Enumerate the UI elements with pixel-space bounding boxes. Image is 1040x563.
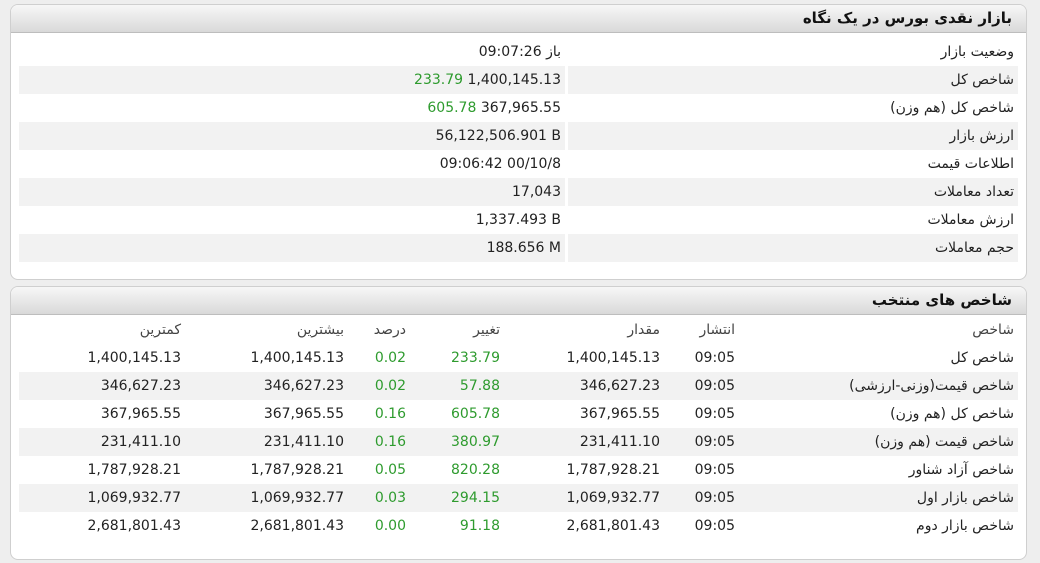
table-row: شاخص آزاد شناور 09:05 1,787,928.21 820.2… (19, 456, 1018, 484)
cell-name: شاخص بازار دوم (916, 518, 1014, 534)
cell-qty: 2,681,801.43 (566, 518, 660, 534)
cell-percent: 0.16 (374, 434, 406, 450)
table-row: شاخص بازار دوم 09:05 2,681,801.43 91.18 … (19, 512, 1018, 540)
row-value: 233.79 1,400,145.13 (265, 66, 565, 94)
cell-max: 1,069,932.77 (250, 490, 344, 506)
market-row-equal-weight-index: شاخص کل (هم وزن) 605.78 367,965.55 (19, 94, 1018, 122)
table-header: شاخص انتشار مقدار تغییر درصد بیشترین کمت… (19, 316, 1018, 344)
row-label: شاخص کل (950, 72, 1014, 88)
cell-name: شاخص کل (هم وزن) (890, 406, 1014, 422)
cell-min: 231,411.10 (100, 434, 181, 450)
row-value: 17,043 (512, 184, 561, 200)
cell-min: 2,681,801.43 (87, 518, 181, 534)
cell-time: 09:05 (694, 350, 735, 366)
cell-qty: 1,400,145.13 (566, 350, 660, 366)
table-row: شاخص قیمت(وزنی-ارزشی) 09:05 346,627.23 5… (19, 372, 1018, 400)
cell-name: شاخص بازار اول (916, 490, 1014, 506)
header-qty: مقدار (627, 322, 660, 338)
cell-change: 294.15 (451, 490, 500, 506)
header-percent: درصد (373, 322, 406, 338)
header-min: کمترین (139, 322, 181, 338)
cell-max: 2,681,801.43 (250, 518, 344, 534)
cell-percent: 0.00 (374, 518, 406, 534)
cell-max: 1,787,928.21 (250, 462, 344, 478)
row-label: ارزش معاملات (927, 212, 1014, 228)
cell-qty: 346,627.23 (579, 378, 660, 394)
cell-qty: 231,411.10 (579, 434, 660, 450)
cell-max: 346,627.23 (263, 378, 344, 394)
header-time: انتشار (699, 322, 735, 338)
cell-name: شاخص آزاد شناور (908, 462, 1014, 478)
cell-time: 09:05 (694, 490, 735, 506)
row-label: شاخص کل (هم وزن) (890, 100, 1014, 116)
cell-qty: 1,069,932.77 (566, 490, 660, 506)
table-row: شاخص بازار اول 09:05 1,069,932.77 294.15… (19, 484, 1018, 512)
header-max: بیشترین (296, 322, 344, 338)
table-row: شاخص کل 09:05 1,400,145.13 233.79 0.02 1… (19, 344, 1018, 372)
row-value: باز 09:07:26 (478, 44, 561, 60)
row-value: 09:06:42 00/10/8 (439, 156, 561, 172)
cell-change: 233.79 (451, 350, 500, 366)
cell-time: 09:05 (694, 434, 735, 450)
header-change: تغییر (473, 322, 500, 338)
index-value: 1,400,145.13 (467, 72, 561, 88)
row-value: 1,337.493 B (475, 212, 561, 228)
row-label: اطلاعات قیمت (927, 156, 1014, 172)
cell-change: 91.18 (459, 518, 500, 534)
market-row-trade-volume: حجم معاملات 188.656 M (19, 234, 1018, 262)
cell-time: 09:05 (694, 378, 735, 394)
market-overview-title: بازار نقدی بورس در یک نگاه (11, 5, 1026, 33)
cell-change: 380.97 (451, 434, 500, 450)
cell-min: 1,787,928.21 (87, 462, 181, 478)
selected-indices-title: شاخص های منتخب (11, 287, 1026, 315)
cell-max: 231,411.10 (263, 434, 344, 450)
cell-percent: 0.02 (374, 350, 406, 366)
market-row-market-value: ارزش بازار 56,122,506.901 B (19, 122, 1018, 150)
table-row: شاخص قیمت (هم وزن) 09:05 231,411.10 380.… (19, 428, 1018, 456)
cell-name: شاخص قیمت(وزنی-ارزشی) (849, 378, 1014, 394)
row-label: تعداد معاملات (933, 184, 1014, 200)
cell-percent: 0.03 (374, 490, 406, 506)
market-row-status: وضعیت بازار باز 09:07:26 (19, 38, 1018, 66)
row-value: 605.78 367,965.55 (265, 94, 565, 122)
row-label: حجم معاملات (934, 240, 1014, 256)
table-row: شاخص کل (هم وزن) 09:05 367,965.55 605.78… (19, 400, 1018, 428)
cell-min: 367,965.55 (100, 406, 181, 422)
row-value: 56,122,506.901 B (435, 128, 561, 144)
market-row-trade-count: تعداد معاملات 17,043 (19, 178, 1018, 206)
market-row-trade-value: ارزش معاملات 1,337.493 B (19, 206, 1018, 234)
cell-change: 57.88 (459, 378, 500, 394)
cell-min: 1,069,932.77 (87, 490, 181, 506)
selected-indices-panel: شاخص های منتخب شاخص انتشار مقدار تغییر د… (10, 286, 1027, 560)
market-overview-panel: بازار نقدی بورس در یک نگاه وضعیت بازار ب… (10, 4, 1027, 280)
cell-change: 820.28 (451, 462, 500, 478)
cell-name: شاخص کل (950, 350, 1014, 366)
change-value: 605.78 (427, 100, 477, 116)
cell-max: 367,965.55 (263, 406, 344, 422)
cell-change: 605.78 (451, 406, 500, 422)
cell-percent: 0.05 (374, 462, 406, 478)
market-row-total-index: شاخص کل 233.79 1,400,145.13 (19, 66, 1018, 94)
cell-min: 346,627.23 (100, 378, 181, 394)
row-value: 188.656 M (486, 240, 561, 256)
change-value: 233.79 (414, 72, 464, 88)
cell-name: شاخص قیمت (هم وزن) (874, 434, 1014, 450)
index-value: 367,965.55 (480, 100, 561, 116)
cell-time: 09:05 (694, 518, 735, 534)
cell-max: 1,400,145.13 (250, 350, 344, 366)
cell-qty: 367,965.55 (579, 406, 660, 422)
cell-time: 09:05 (694, 406, 735, 422)
header-name: شاخص (972, 322, 1014, 338)
row-label: وضعیت بازار (940, 44, 1014, 60)
cell-min: 1,400,145.13 (87, 350, 181, 366)
cell-percent: 0.02 (374, 378, 406, 394)
cell-time: 09:05 (694, 462, 735, 478)
cell-percent: 0.16 (374, 406, 406, 422)
market-row-price-info: اطلاعات قیمت 09:06:42 00/10/8 (19, 150, 1018, 178)
row-label: ارزش بازار (949, 128, 1014, 144)
cell-qty: 1,787,928.21 (566, 462, 660, 478)
